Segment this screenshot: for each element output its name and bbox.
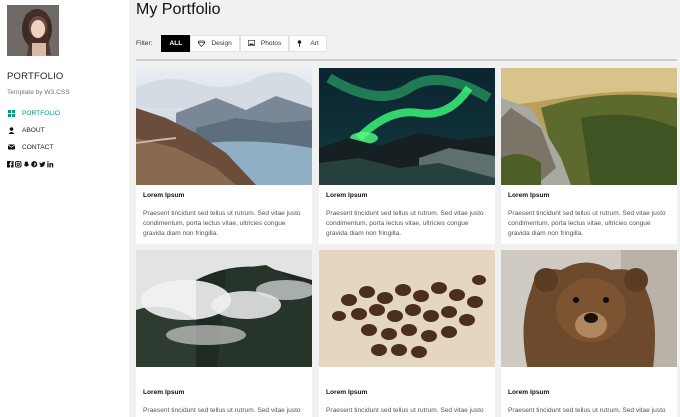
sidebar-item-about[interactable]: ABOUT [7,124,45,136]
card-text: Praesent tincidunt sed tellus ut rutrum.… [326,210,484,237]
canyon-valley-photo [501,68,677,185]
sidebar-item-contact[interactable]: CONTACT [7,141,53,153]
divider [136,59,677,61]
avatar [7,5,59,56]
envelope-icon [7,143,15,151]
portfolio-card[interactable]: Lorem Ipsum Praesent tincidunt sed tellu… [136,250,312,417]
mountain-lake-photo [136,68,312,185]
card-title: Lorem Ipsum [508,192,550,199]
misty-forest-photo [136,250,312,367]
portfolio-card[interactable]: Lorem Ipsum Praesent tincidunt sed tellu… [136,68,312,244]
card-text: Praesent tincidunt sed tellus ut rutrum.… [508,407,666,414]
filter-button-label: Design [211,40,232,47]
card-text: Praesent tincidunt sed tellus ut rutrum.… [508,210,666,237]
twitter-icon[interactable] [39,161,46,168]
facebook-icon[interactable] [7,161,14,168]
page-title: My Portfolio [136,1,221,18]
card-title: Lorem Ipsum [508,389,550,396]
filter-button-label: Art [310,40,319,47]
filter-button-label: ALL [169,40,183,47]
social-links [7,161,54,168]
sidebar: PORTFOLIO Template by W3.CSS PORTFOLIO A… [0,0,129,417]
sidebar-brand: PORTFOLIO [7,71,64,82]
sidebar-tagline: Template by W3.CSS [7,89,70,96]
user-icon [7,126,15,134]
diamond-icon [198,40,206,47]
coffee-beans-photo [319,250,495,367]
card-text: Praesent tincidunt sed tellus ut rutrum.… [326,407,484,414]
grid-icon [7,109,15,117]
portfolio-card[interactable]: Lorem Ipsum Praesent tincidunt sed tellu… [501,68,677,244]
portfolio-card[interactable]: Lorem Ipsum Praesent tincidunt sed tellu… [319,68,495,244]
photo-icon [247,40,255,47]
card-title: Lorem Ipsum [326,192,368,199]
card-title: Lorem Ipsum [143,192,185,199]
sidebar-item-label: CONTACT [22,143,54,151]
portfolio-card[interactable]: Lorem Ipsum Praesent tincidunt sed tellu… [501,250,677,417]
card-title: Lorem Ipsum [326,389,368,396]
card-text: Praesent tincidunt sed tellus ut rutrum.… [143,210,301,237]
portfolio-card[interactable]: Lorem Ipsum Praesent tincidunt sed tellu… [319,250,495,417]
filter-all-button[interactable]: ALL [161,35,191,52]
sidebar-item-portfolio[interactable]: PORTFOLIO [7,107,60,119]
sidebar-item-label: ABOUT [22,126,45,134]
card-title: Lorem Ipsum [143,389,185,396]
snapchat-icon[interactable] [23,161,30,168]
sidebar-item-label: PORTFOLIO [22,109,60,117]
card-text: Praesent tincidunt sed tellus ut rutrum.… [143,407,301,414]
filter-button-label: Photos [260,40,282,47]
instagram-icon[interactable] [15,161,22,168]
aurora-photo [319,68,495,185]
bear-photo [501,250,677,367]
filter-label: Filter: [136,40,153,47]
pinterest-icon[interactable] [31,161,38,168]
main-content: My Portfolio Filter: ALL Design Photos A… [129,0,680,417]
filter-design-button[interactable]: Design [190,35,240,52]
filter-bar: Filter: ALL Design Photos Art [136,35,327,52]
filter-photos-button[interactable]: Photos [239,35,290,52]
linkedin-icon[interactable] [47,161,54,168]
filter-art-button[interactable]: Art [289,35,327,52]
map-pin-icon [297,40,304,47]
